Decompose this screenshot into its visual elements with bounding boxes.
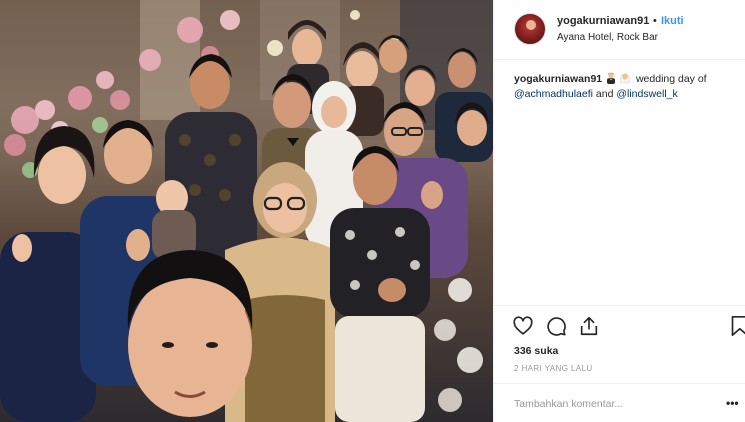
- bookmark-icon[interactable]: [730, 315, 745, 337]
- location-link[interactable]: Ayana Hotel, Rock Bar: [557, 32, 658, 43]
- like-count[interactable]: 336 suka: [514, 345, 558, 357]
- bride-with-veil-emoji: [619, 72, 631, 84]
- avatar[interactable]: [514, 13, 546, 45]
- caption-username-link[interactable]: yogakurniawan91: [514, 73, 602, 85]
- share-icon[interactable]: [578, 315, 600, 337]
- follow-button[interactable]: Ikuti: [661, 15, 684, 27]
- caption-conjunction: and: [595, 88, 614, 100]
- username-link[interactable]: yogakurniawan91: [557, 15, 649, 27]
- post-side-panel: yogakurniawan91 • Ikuti Ayana Hotel, Roc…: [493, 0, 745, 422]
- person-in-tuxedo-emoji: [607, 72, 616, 84]
- caption-text: wedding day of: [635, 73, 707, 85]
- heart-icon[interactable]: [512, 315, 534, 337]
- mention-link-1[interactable]: @achmadhulaefi: [514, 88, 593, 100]
- post-actions-section: 336 suka 2 HARI YANG LALU •••: [494, 305, 745, 422]
- post-timestamp[interactable]: 2 HARI YANG LALU: [514, 364, 593, 373]
- comment-input[interactable]: [514, 394, 704, 414]
- post-photo[interactable]: [0, 0, 493, 422]
- comment-box: •••: [494, 383, 745, 422]
- post-caption: yogakurniawan91 wedding day of @achmadhu…: [514, 72, 739, 102]
- comment-icon[interactable]: [545, 315, 567, 337]
- group-selfie-image: [0, 0, 493, 422]
- mention-link-2[interactable]: @lindswell_k: [616, 88, 677, 100]
- post-header: yogakurniawan91 • Ikuti Ayana Hotel, Roc…: [494, 0, 745, 60]
- separator-dot: •: [653, 15, 657, 27]
- more-options-button[interactable]: •••: [726, 396, 739, 410]
